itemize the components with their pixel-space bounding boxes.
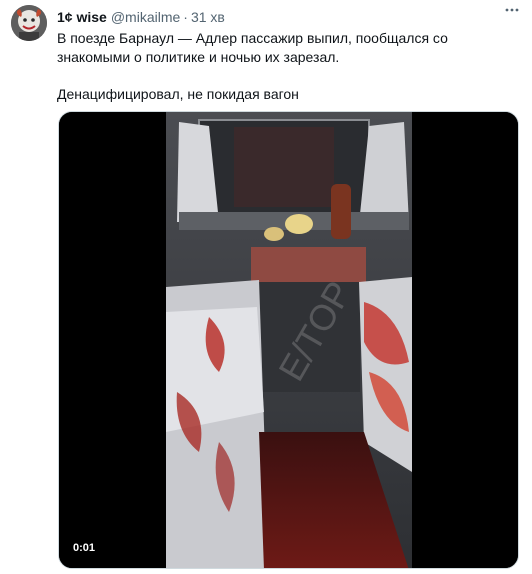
author-handle[interactable]: @mikailme bbox=[111, 9, 180, 25]
tweet-time[interactable]: 31 хв bbox=[191, 9, 225, 25]
tweet-text: В поезде Барнаул — Адлер пассажир выпил,… bbox=[57, 29, 519, 104]
avatar-image bbox=[11, 5, 47, 41]
separator-dot: · bbox=[183, 9, 188, 25]
video-player[interactable]: E/TOP 0:01 bbox=[58, 111, 519, 569]
tweet-text-paragraph: В поезде Барнаул — Адлер пассажир выпил,… bbox=[57, 30, 448, 65]
tweet-header: 1¢ wise @mikailme · 31 хв bbox=[57, 8, 522, 26]
tweet-text-paragraph: Денацифицировал, не покидая вагон bbox=[57, 86, 299, 102]
author-name[interactable]: 1¢ wise bbox=[57, 9, 107, 25]
tweet: 1¢ wise @mikailme · 31 хв В поезде Барна… bbox=[0, 0, 532, 574]
more-horizontal-icon[interactable] bbox=[504, 2, 520, 21]
video-frame: E/TOP bbox=[59, 112, 518, 568]
video-timestamp: 0:01 bbox=[73, 542, 96, 554]
avatar[interactable] bbox=[11, 5, 47, 41]
